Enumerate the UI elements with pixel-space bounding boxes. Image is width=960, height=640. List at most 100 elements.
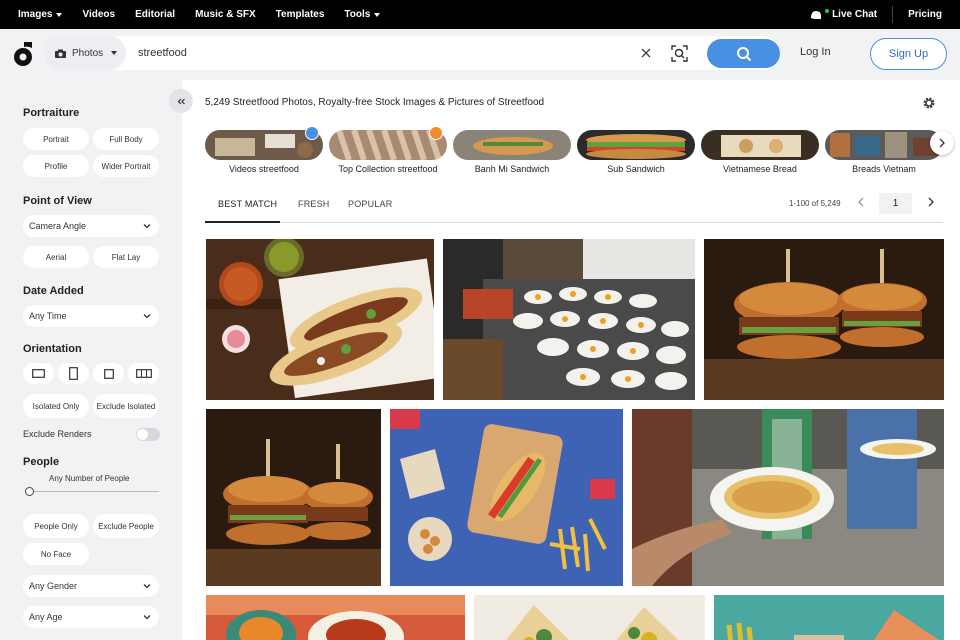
search-button[interactable] bbox=[707, 39, 780, 68]
filter-wider-portrait[interactable]: Wider Portrait bbox=[93, 155, 159, 177]
nav-images[interactable]: Images bbox=[18, 9, 63, 20]
online-status-icon bbox=[825, 8, 830, 13]
chevron-right-icon[interactable] bbox=[926, 197, 936, 207]
chip-thumbnail bbox=[825, 130, 943, 160]
nav-images-label: Images bbox=[18, 9, 53, 20]
date-added-dropdown[interactable]: Any Time bbox=[23, 305, 159, 327]
chip-banh-mi-sandwich[interactable]: Banh Mi Sandwich bbox=[453, 130, 571, 174]
orientation-horizontal[interactable] bbox=[23, 363, 54, 384]
filter-full-body[interactable]: Full Body bbox=[93, 128, 159, 150]
active-tab-indicator bbox=[205, 221, 280, 223]
age-label: Any Age bbox=[29, 612, 63, 622]
exclude-renders-label: Exclude Renders bbox=[23, 429, 92, 439]
chip-label: Vietnamese Bread bbox=[723, 164, 797, 174]
tab-best-match[interactable]: BEST MATCH bbox=[218, 199, 277, 209]
chevron-down-icon bbox=[143, 224, 151, 229]
close-icon[interactable] bbox=[640, 47, 652, 59]
nav-templates-label: Templates bbox=[275, 9, 325, 20]
login-link[interactable]: Log In bbox=[800, 46, 831, 58]
video-badge-icon bbox=[305, 126, 319, 140]
photo-burgers-1[interactable] bbox=[704, 239, 944, 400]
filter-people-only[interactable]: People Only bbox=[23, 514, 89, 538]
visual-search-icon[interactable] bbox=[671, 45, 688, 62]
photo-orange-dish[interactable] bbox=[206, 595, 465, 640]
signup-button[interactable]: Sign Up bbox=[870, 38, 947, 70]
chip-top-collection-streetfood[interactable]: Top Collection streetfood bbox=[329, 126, 447, 174]
photo-street-vendor-grill[interactable] bbox=[443, 239, 695, 400]
orientation-vertical[interactable] bbox=[58, 363, 89, 384]
chip-label: Top Collection streetfood bbox=[338, 164, 438, 174]
tab-fresh[interactable]: FRESH bbox=[298, 199, 330, 209]
photo-wraps[interactable] bbox=[474, 595, 705, 640]
orientation-panoramic[interactable] bbox=[128, 363, 159, 384]
chip-videos-streetfood[interactable]: Videos streetfood bbox=[205, 126, 323, 174]
chip-sub-sandwich[interactable]: Sub Sandwich bbox=[577, 130, 695, 174]
filter-isolated-only[interactable]: Isolated Only bbox=[23, 394, 89, 418]
filter-profile[interactable]: Profile bbox=[23, 155, 89, 177]
filter-exclude-isolated[interactable]: Exclude Isolated bbox=[93, 394, 159, 418]
photo-tacos[interactable] bbox=[206, 239, 434, 400]
filter-sidebar: Portraiture Portrait Full Body Profile W… bbox=[0, 80, 182, 640]
photo-street-food-plate[interactable] bbox=[632, 409, 944, 586]
results-range: 1-100 of 5,249 bbox=[789, 199, 841, 208]
nav-videos[interactable]: Videos bbox=[82, 9, 115, 20]
nav-music-sfx-label: Music & SFX bbox=[195, 9, 256, 20]
results-title: 5,249 Streetfood Photos, Royalty-free St… bbox=[205, 97, 545, 108]
chips-next-button[interactable] bbox=[930, 131, 954, 155]
live-chat-label: Live Chat bbox=[832, 9, 878, 20]
toggle-knob bbox=[137, 429, 148, 440]
exclude-renders-toggle[interactable] bbox=[136, 428, 160, 441]
logo-icon[interactable] bbox=[12, 41, 34, 67]
photo-sandwich-flatlay[interactable] bbox=[390, 409, 623, 586]
chip-vietnamese-bread[interactable]: Vietnamese Bread bbox=[701, 130, 819, 174]
filter-exclude-people[interactable]: Exclude People bbox=[93, 514, 159, 538]
panoramic-orientation-icon bbox=[135, 369, 152, 378]
chevron-down-icon bbox=[374, 12, 381, 17]
camera-angle-dropdown[interactable]: Camera Angle bbox=[23, 215, 159, 237]
orientation-square[interactable] bbox=[93, 363, 124, 384]
live-chat-link[interactable]: Live Chat bbox=[810, 6, 894, 23]
vertical-orientation-icon bbox=[69, 367, 78, 380]
collapse-sidebar-button[interactable] bbox=[169, 89, 193, 113]
horizontal-orientation-icon bbox=[32, 369, 45, 378]
chip-label: Banh Mi Sandwich bbox=[474, 164, 550, 174]
tab-popular[interactable]: POPULAR bbox=[348, 199, 392, 209]
filter-flat-lay[interactable]: Flat Lay bbox=[93, 246, 159, 268]
gender-label: Any Gender bbox=[29, 581, 78, 591]
settings-gear-icon[interactable] bbox=[922, 96, 936, 110]
page-number-input[interactable]: 1 bbox=[879, 193, 912, 214]
search-input[interactable] bbox=[138, 36, 618, 70]
filter-aerial[interactable]: Aerial bbox=[23, 246, 89, 268]
results-area: 5,249 Streetfood Photos, Royalty-free St… bbox=[182, 80, 960, 640]
nav-music-sfx[interactable]: Music & SFX bbox=[195, 9, 256, 20]
live-chat-icon bbox=[811, 11, 822, 19]
orientation-heading: Orientation bbox=[23, 343, 82, 355]
people-slider-track[interactable] bbox=[29, 491, 159, 492]
collection-badge-icon bbox=[429, 126, 443, 140]
chevron-down-icon bbox=[143, 584, 151, 589]
nav-editorial[interactable]: Editorial bbox=[135, 9, 175, 20]
square-orientation-icon bbox=[103, 368, 114, 379]
filter-no-face[interactable]: No Face bbox=[23, 543, 89, 565]
nav-tools[interactable]: Tools bbox=[344, 9, 381, 20]
age-dropdown[interactable]: Any Age bbox=[23, 606, 159, 628]
chip-label: Videos streetfood bbox=[229, 164, 299, 174]
chip-thumbnail bbox=[701, 130, 819, 160]
chip-breads-vietnam[interactable]: Breads Vietnam bbox=[825, 130, 943, 174]
chip-thumbnail bbox=[453, 130, 571, 160]
photo-burgers-2[interactable] bbox=[206, 409, 381, 586]
asset-type-select[interactable]: Photos bbox=[44, 36, 126, 70]
nav-templates[interactable]: Templates bbox=[276, 9, 325, 20]
chevron-down-icon bbox=[143, 615, 151, 620]
photo-teal-snacks[interactable] bbox=[714, 595, 944, 640]
gender-dropdown[interactable]: Any Gender bbox=[23, 575, 159, 597]
chevron-right-icon bbox=[939, 138, 945, 148]
pricing-link[interactable]: Pricing bbox=[893, 9, 960, 20]
top-right-links: Live Chat Pricing bbox=[810, 0, 960, 29]
filter-portrait[interactable]: Portrait bbox=[23, 128, 89, 150]
chevron-left-icon[interactable] bbox=[856, 197, 866, 207]
people-slider-handle[interactable] bbox=[25, 487, 34, 496]
chevron-down-icon bbox=[56, 12, 63, 17]
portraiture-heading: Portraiture bbox=[23, 107, 80, 119]
related-searches: Videos streetfood Top Collection streetf… bbox=[205, 126, 960, 174]
